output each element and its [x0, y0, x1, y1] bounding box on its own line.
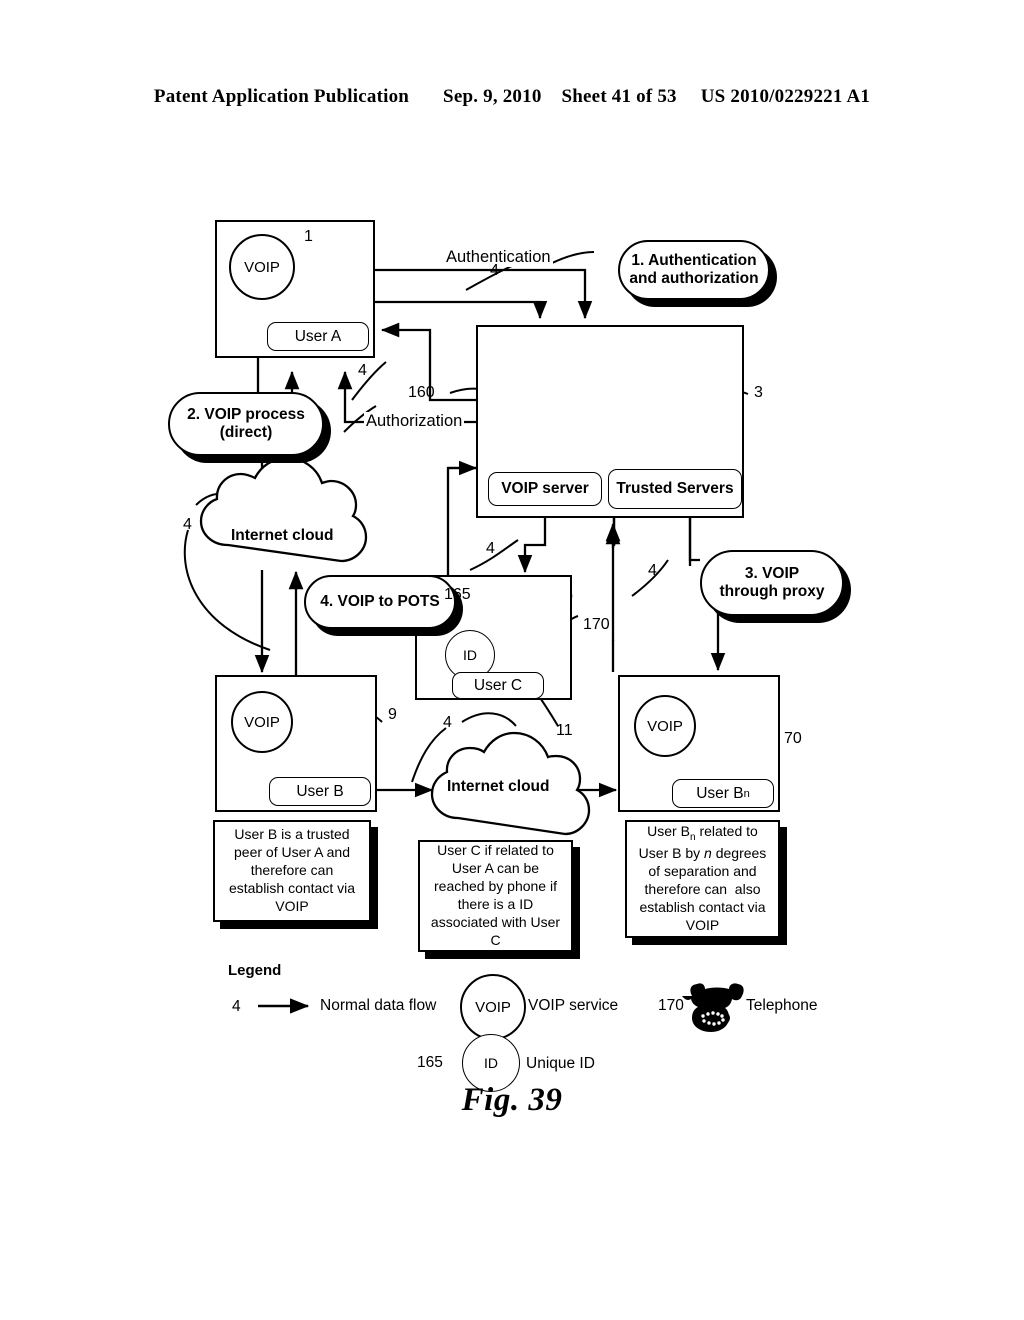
ref-numeral-70: 70 [784, 730, 802, 747]
callout-step-1-authentication[interactable]: 1. Authentication and authorization [618, 240, 770, 300]
edge-label-authorization: Authorization [364, 412, 465, 431]
label-user-b[interactable]: User B [269, 777, 371, 806]
callout-step-2-line-2: (direct) [219, 424, 273, 441]
label-internet-cloud-top: Internet cloud [231, 527, 334, 544]
callout-step-2-line-1: 2. VOIP process [187, 405, 305, 423]
site-user-b[interactable]: VOIP User B [215, 675, 377, 812]
callout-step-4-voip-to-pots[interactable]: 4. VOIP to POTS [304, 575, 456, 629]
legend-label-voip-service: VOIP service [528, 997, 619, 1014]
legend-label-telephone: Telephone [746, 997, 818, 1014]
label-user-c[interactable]: User C [452, 672, 544, 699]
legend-ref-170: 170 [658, 997, 684, 1014]
label-user-bn[interactable]: User Bn [672, 779, 774, 808]
figure-39-diagram: VOIP User A 1 VOIP server Trusted Server… [0, 0, 1024, 1320]
callout-step-3-line-1: 3. VOIP [744, 564, 800, 582]
voip-service-icon-user-b: VOIP [231, 691, 293, 753]
legend-label-unique-id: Unique ID [526, 1055, 595, 1072]
label-internet-cloud-bottom: Internet cloud [447, 778, 550, 795]
flow-ref-left-a: 4 [358, 362, 367, 379]
ref-numeral-9: 9 [388, 706, 397, 723]
legend: Legend 4 Normal data flow VOIP VOIP serv… [228, 962, 928, 1092]
flow-ref-servers-to-bn: 4 [648, 562, 657, 579]
callout-step-3-line-2: through proxy [719, 583, 825, 600]
callout-step-1-line-2: and authorization [629, 270, 759, 287]
ref-numeral-170: 170 [583, 616, 610, 633]
internet-cloud-top-shape [199, 456, 368, 563]
voip-service-icon-user-bn: VOIP [634, 695, 696, 757]
note-user-bn: User Bn related to User B by n degrees o… [625, 820, 780, 938]
flow-ref-bottom-cloud: 4 [443, 714, 452, 731]
label-trusted-servers[interactable]: Trusted Servers [608, 469, 742, 509]
site-user-a[interactable]: VOIP User A [215, 220, 375, 358]
flow-ref-left-cloud: 4 [183, 516, 192, 533]
flow-ref-auth-top: 4 [490, 262, 499, 279]
ref-numeral-3: 3 [754, 384, 763, 401]
legend-label-normal-data-flow: Normal data flow [320, 997, 437, 1014]
voip-service-icon-user-a: VOIP [229, 234, 295, 300]
callout-step-4-line-1: 4. VOIP to POTS [320, 592, 440, 610]
figure-caption: Fig. 39 [461, 1082, 563, 1118]
ref-numeral-160: 160 [408, 384, 435, 401]
label-voip-server[interactable]: VOIP server [488, 472, 602, 506]
callout-step-2-voip-direct[interactable]: 2. VOIP process (direct) [168, 392, 324, 456]
flow-ref-servers-to-userc: 4 [486, 540, 495, 557]
note-user-c: User C if related to User A can be reach… [418, 840, 573, 952]
note-user-b: User B is a trusted peer of User A and t… [213, 820, 371, 922]
callout-step-3-voip-proxy[interactable]: 3. VOIP through proxy [700, 550, 844, 616]
ref-numeral-165: 165 [444, 586, 471, 603]
legend-ref-165: 165 [417, 1054, 443, 1071]
legend-title: Legend [228, 962, 282, 979]
site-servers[interactable]: VOIP server Trusted Servers [476, 325, 744, 518]
legend-ref-4: 4 [232, 998, 241, 1015]
legend-voip-circle-icon: VOIP [460, 974, 526, 1040]
ref-numeral-11: 11 [556, 722, 573, 739]
label-user-a[interactable]: User A [267, 322, 369, 351]
site-user-bn[interactable]: VOIP User Bn [618, 675, 780, 812]
ref-numeral-1: 1 [304, 228, 313, 245]
callout-step-1-line-1: 1. Authentication [631, 251, 757, 269]
